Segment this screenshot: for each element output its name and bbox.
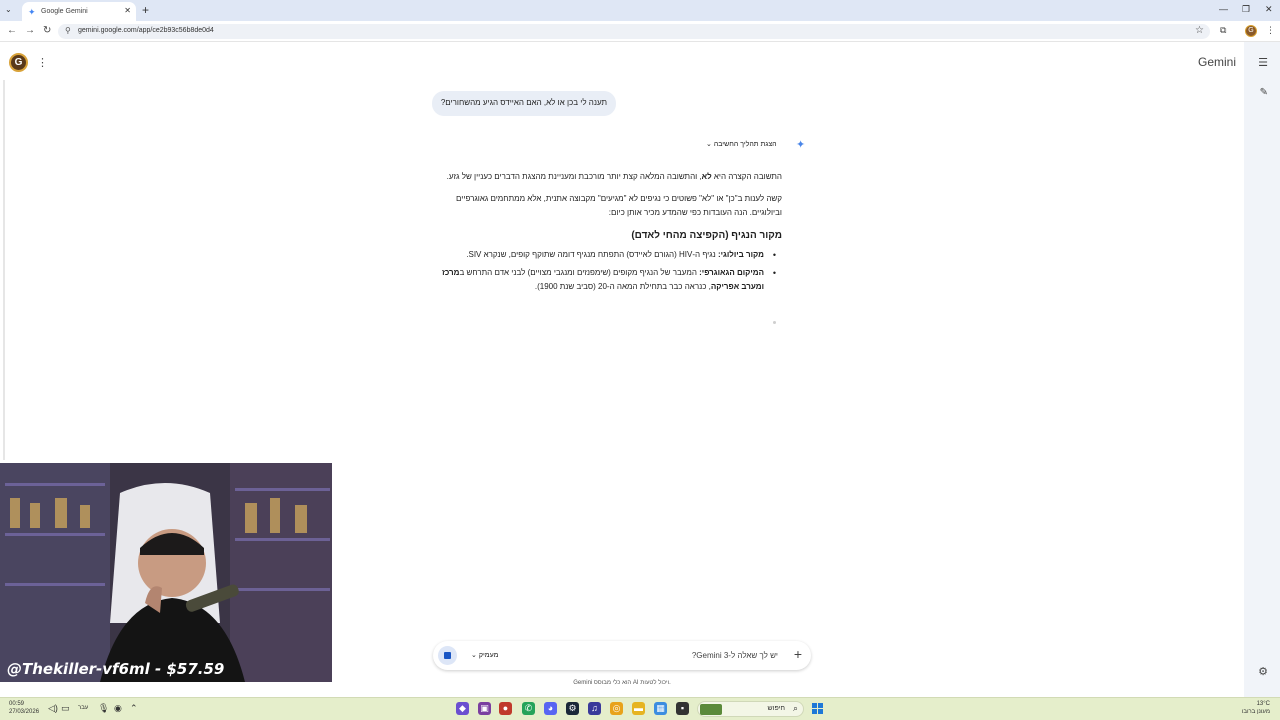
chrome-icon[interactable]: ◎ xyxy=(610,702,623,715)
tab-title: Google Gemini xyxy=(41,8,88,15)
tab-close-icon[interactable]: ✕ xyxy=(124,6,131,15)
terminal-icon[interactable]: ▪ xyxy=(676,702,689,715)
response-bullet-list: מקור ביולוגי: נגיף ה-HIV (הגורם לאיידס) … xyxy=(440,248,782,294)
browser-tab-strip: ⌄ ✦ Google Gemini ✕ + — ❐ ✕ xyxy=(0,0,1280,21)
windows-taskbar: 00:59 27/03/2026 ◁) ▭ עבר 🎙 ◉ ⌃ ◆ ▣ ● ✆ … xyxy=(0,697,1280,720)
close-window-button[interactable]: ✕ xyxy=(1265,4,1273,15)
prompt-input-bar[interactable]: מעמיק ⌄ יש לך שאלה ל-Gemini 3? + xyxy=(433,641,811,670)
browser-menu-icon[interactable]: ⋮ xyxy=(1266,25,1275,36)
stream-caption: @Thekiller-vf6ml - $57.59 xyxy=(7,660,225,678)
gemini-sparkle-icon: ✦ xyxy=(796,139,806,151)
webcam-overlay: @Thekiller-vf6ml - $57.59 xyxy=(0,463,332,682)
browser-profile-avatar[interactable]: G xyxy=(1245,25,1257,37)
scroll-track[interactable] xyxy=(3,80,5,460)
windows-start-icon[interactable] xyxy=(812,703,823,714)
reload-icon[interactable]: ↻ xyxy=(43,25,51,36)
discord-icon[interactable]: ◕ xyxy=(544,702,557,715)
forward-arrow-icon[interactable]: → xyxy=(25,25,35,36)
weather-widget[interactable]: 13°C מעונן ברובו xyxy=(1242,700,1270,716)
microphone-icon[interactable]: 🎙 xyxy=(98,703,109,714)
stop-generation-button[interactable] xyxy=(438,646,457,665)
new-tab-button[interactable]: + xyxy=(142,3,149,17)
chevron-down-icon: ⌄ xyxy=(471,652,477,659)
mode-label: מעמיק xyxy=(478,652,499,659)
language-indicator[interactable]: עבר xyxy=(78,705,88,711)
tray-app-icon[interactable]: ◉ xyxy=(114,703,122,714)
show-hidden-icons-chevron-icon[interactable]: ⌃ xyxy=(130,703,138,714)
app-title: Gemini xyxy=(1197,55,1236,69)
gemini-favicon-icon: ✦ xyxy=(28,6,36,17)
user-message-text: תענה לי בכן או לא, האם האיידס הגיע מהשחו… xyxy=(440,98,607,107)
settings-gear-icon[interactable]: ⚙ xyxy=(1258,665,1268,678)
new-chat-icon[interactable]: ✎ xyxy=(1260,87,1268,98)
search-icon: ⌕ xyxy=(792,703,798,713)
response-paragraph-2: קשה לענות ב"כן" או "לא" פשוטים כי נגיפים… xyxy=(456,194,782,217)
show-thinking-label: הצגת תהליך החשיבה xyxy=(713,141,777,148)
app-icon-2[interactable]: ▣ xyxy=(478,702,491,715)
list-item: מקור ביולוגי: נגיף ה-HIV (הגורם לאיידס) … xyxy=(440,248,776,262)
whatsapp-icon[interactable]: ✆ xyxy=(522,702,535,715)
response-heading: מקור הנגיף (הקפיצה מהחי לאדם) xyxy=(631,230,782,241)
network-icon[interactable]: ▭ xyxy=(61,703,70,714)
extensions-icon[interactable]: ⧉ xyxy=(1220,25,1226,36)
account-avatar[interactable]: G xyxy=(9,53,28,72)
tab-search-chevron-icon[interactable]: ⌄ xyxy=(5,5,12,14)
stop-icon xyxy=(444,652,451,659)
response-paragraph-1: התשובה הקצרה היא לא, והתשובה המלאה קצת י… xyxy=(446,172,782,181)
restore-window-button[interactable]: ❐ xyxy=(1242,4,1250,15)
chevron-down-icon: ⌄ xyxy=(706,141,712,148)
bookmark-star-icon[interactable]: ☆ xyxy=(1195,25,1204,36)
taskbar-clock[interactable]: 00:59 27/03/2026 xyxy=(9,700,39,716)
webcam-video-image xyxy=(0,463,332,682)
taskbar-search-placeholder: חיפוש xyxy=(767,705,785,712)
back-arrow-icon[interactable]: ← xyxy=(7,25,17,36)
headset-app-icon[interactable]: ♫ xyxy=(588,702,601,715)
address-url: gemini.google.com/app/ce2b93c56b8de0d4 xyxy=(78,27,214,34)
mode-selector[interactable]: מעמיק ⌄ xyxy=(471,651,498,659)
user-message-bubble: תענה לי בכן או לא, האם האיידס הגיע מהשחו… xyxy=(432,91,616,116)
volume-icon[interactable]: ◁) xyxy=(48,703,58,714)
file-explorer-icon[interactable]: ▬ xyxy=(632,702,645,715)
main-menu-icon[interactable]: ☰ xyxy=(1258,56,1268,69)
add-attachment-button[interactable]: + xyxy=(794,646,802,662)
address-bar[interactable]: ⚲ gemini.google.com/app/ce2b93c56b8de0d4… xyxy=(58,24,1210,39)
model-response: התשובה הקצרה היא לא, והתשובה המלאה קצת י… xyxy=(440,170,782,298)
search-highlight-image xyxy=(700,704,722,715)
sidebar-rail xyxy=(1244,42,1280,697)
ai-disclaimer: Gemini הוא כלי מבוסס AI ויכול לטעות. xyxy=(573,680,671,686)
store-app-icon[interactable]: ▦ xyxy=(654,702,667,715)
more-options-icon[interactable]: ⋮ xyxy=(37,56,48,69)
app-icon-1[interactable]: ◆ xyxy=(456,702,469,715)
minimize-window-button[interactable]: — xyxy=(1219,4,1228,14)
browser-tab-gemini[interactable]: ✦ Google Gemini ✕ xyxy=(22,2,136,21)
taskbar-search[interactable]: חיפוש ⌕ xyxy=(697,701,804,717)
steam-icon[interactable]: ⚙ xyxy=(566,702,579,715)
show-thinking-toggle[interactable]: הצגת תהליך החשיבה ⌄ xyxy=(706,140,777,148)
loading-dot xyxy=(773,321,776,324)
site-info-icon[interactable]: ⚲ xyxy=(65,26,71,35)
list-item: המיקום הגאוגרפי: המעבר של הנגיף מקופים (… xyxy=(440,266,776,294)
app-icon-3[interactable]: ● xyxy=(499,702,512,715)
prompt-input[interactable]: יש לך שאלה ל-Gemini 3? xyxy=(692,651,778,660)
